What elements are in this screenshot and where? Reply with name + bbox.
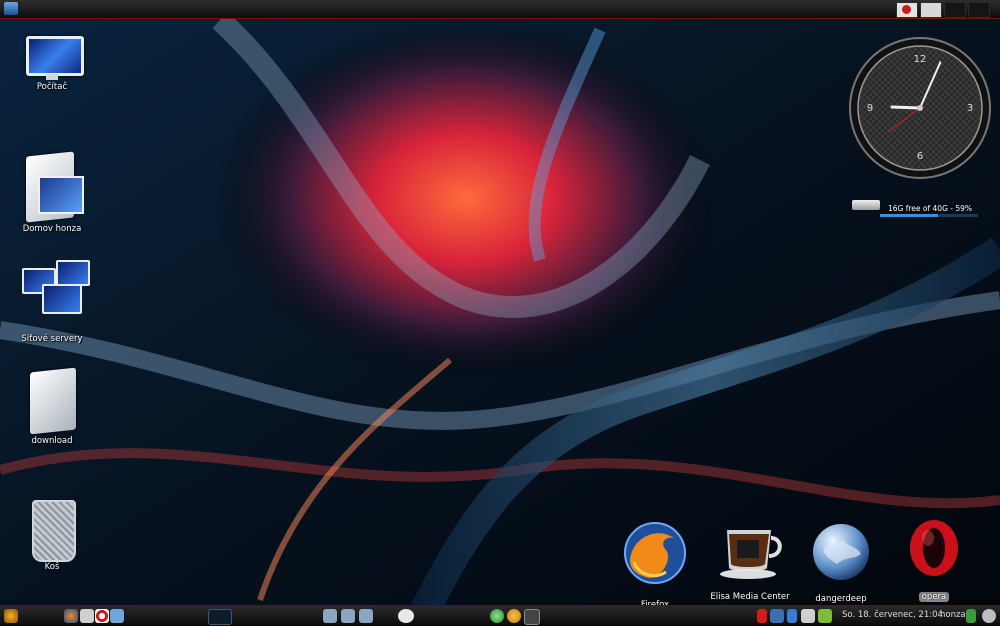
panel-user[interactable]: honza [940,610,966,620]
dock-item-firefox[interactable]: Firefox [607,518,703,611]
trash-icon [26,494,78,562]
desktop-icon-network[interactable]: Síťové servery [4,258,100,344]
clock-numeral-12: 12 [914,54,927,65]
tray-slot[interactable] [920,2,942,18]
workspace-2-icon[interactable] [341,609,355,623]
top-panel [0,0,1000,19]
opera-tray-icon[interactable] [896,2,918,18]
desktop-icon-label: Koš [44,562,60,572]
system-monitor-icon[interactable] [208,609,232,625]
email-launcher-icon[interactable] [80,609,94,623]
clock-hour-hand [890,105,922,110]
network-servers-icon [16,258,90,320]
panel-clock[interactable]: So. 18. červenec, 21:04 [842,610,943,620]
clock-numeral-9: 9 [867,103,873,114]
applications-menu-icon[interactable] [4,2,18,15]
hard-drive-icon [852,200,880,210]
desktop-icon-trash[interactable]: Koš [4,494,100,572]
tray-battery-icon[interactable] [818,609,832,623]
clock-numeral-6: 6 [917,151,923,162]
desktop-icon-download[interactable]: download [4,366,100,446]
folder-icon [22,366,82,435]
globe-icon [813,524,869,580]
help-icon[interactable] [95,609,109,623]
tray-slot[interactable] [968,2,990,18]
app-launcher-icon[interactable] [507,609,521,623]
dock-item-label: dangerdeep [815,594,867,604]
desktop-icon-label: Domov honza [22,224,82,234]
disk-usage-widget: 16G free of 40G - 59% [850,196,980,218]
user-status-icon[interactable] [966,609,976,623]
desktop-icon-home[interactable]: Domov honza [4,150,100,234]
volume-icon[interactable] [801,609,815,623]
top-tray [896,2,990,18]
firefox-launcher-icon[interactable] [64,609,78,623]
dock-item-elisa[interactable]: Elisa Media Center [702,520,798,603]
dock-item-dangerdeep[interactable]: dangerdeep [793,520,889,605]
firefox-icon [624,522,686,584]
opera-icon [910,520,958,576]
tray-network-icon[interactable] [770,609,784,623]
bluetooth-icon[interactable] [787,609,797,623]
terminal-icon[interactable] [524,609,540,625]
computer-icon [20,30,84,80]
coffee-cup-icon [720,530,782,579]
bottom-panel: So. 18. červenec, 21:04 honza [0,605,1000,626]
eyes-icon[interactable] [398,609,414,623]
disk-usage-bar [880,214,978,217]
settings-icon[interactable] [110,609,124,623]
play-icon[interactable] [490,609,504,623]
workspace-3-icon[interactable] [359,609,373,623]
workspace-1-icon[interactable] [323,609,337,623]
tray-slot[interactable] [944,2,966,18]
clock-numeral-3: 3 [967,103,973,114]
tray-update-icon[interactable] [757,609,767,623]
home-folder-icon [22,150,84,223]
desktop-icon-label: Síťové servery [21,334,83,344]
main-menu-icon[interactable] [4,609,18,623]
desktop-icon-label: Počítač [36,82,68,92]
desktop-icon-computer[interactable]: Počítač [4,30,100,92]
dock-item-label: opera [918,592,950,602]
clock-widget[interactable]: 12 3 6 9 [848,36,992,180]
dock-item-label: Elisa Media Center [710,592,790,602]
dock-item-opera[interactable]: opera [886,516,982,603]
desktop-icon-label: download [31,436,73,446]
shutdown-icon[interactable] [982,609,996,623]
disk-usage-text: 16G free of 40G - 59% [888,204,973,213]
